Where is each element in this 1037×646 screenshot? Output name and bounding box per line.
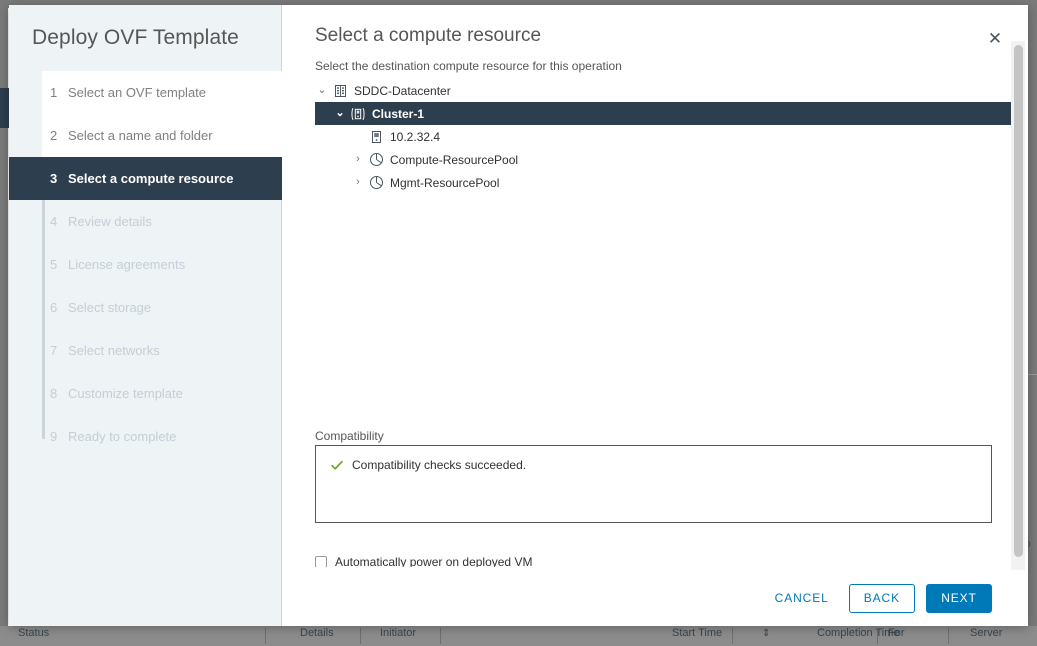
chevron-right-icon[interactable]: › xyxy=(351,177,365,188)
tree-node[interactable]: › Mgmt-ResourcePool xyxy=(315,171,994,194)
wizard-step-label: Select networks xyxy=(68,343,160,358)
dialog-footer: CANCEL BACK NEXT xyxy=(283,570,1028,626)
wizard-step-number: 3 xyxy=(50,171,68,186)
close-icon[interactable]: ✕ xyxy=(984,27,1006,49)
task-column-header[interactable]: Initiator xyxy=(380,627,416,639)
tree-node-label: Cluster-1 xyxy=(372,107,424,121)
task-column-header[interactable]: Details xyxy=(300,627,334,639)
wizard-step-label: Select a compute resource xyxy=(68,171,233,186)
task-column-header[interactable]: Completion Time xyxy=(817,627,900,639)
host-icon xyxy=(365,130,387,144)
wizard-sidebar: Deploy OVF Template 1Select an OVF templ… xyxy=(9,5,282,626)
success-check-icon xyxy=(329,457,345,473)
cluster-icon xyxy=(347,107,369,121)
wizard-step-label: Ready to complete xyxy=(68,429,176,444)
wizard-step-4: 4Review details xyxy=(42,200,282,243)
task-column-header[interactable]: Server xyxy=(970,627,1002,639)
wizard-step-3[interactable]: 3Select a compute resource xyxy=(9,157,282,200)
wizard-step-number: 4 xyxy=(50,214,68,229)
resource-pool-icon xyxy=(365,175,387,190)
compute-resource-tree: ⌄ SDDC-Datacenter ⌄ Cluster-1 10.2.32.4 › Comp… xyxy=(315,79,994,194)
task-column-header[interactable]: Status xyxy=(18,627,49,639)
compatibility-box: Compatibility checks succeeded. xyxy=(315,445,992,523)
wizard-step-label: Select storage xyxy=(68,300,151,315)
wizard-step-list: 1Select an OVF template2Select a name an… xyxy=(42,71,282,458)
wizard-step-number: 6 xyxy=(50,300,68,315)
wizard-step-5: 5License agreements xyxy=(42,243,282,286)
cancel-button[interactable]: CANCEL xyxy=(763,584,841,612)
deploy-ovf-template-dialog: Deploy OVF Template 1Select an OVF templ… xyxy=(9,5,1028,626)
task-column-separator xyxy=(265,628,266,644)
wizard-step-8: 8Customize template xyxy=(42,372,282,415)
wizard-step-number: 9 xyxy=(50,429,68,444)
task-sort-icon[interactable]: ⇕ xyxy=(762,628,770,639)
wizard-step-label: Select a name and folder xyxy=(68,128,213,143)
wizard-step-9: 9Ready to complete xyxy=(42,415,282,458)
compatibility-label: Compatibility xyxy=(315,429,384,443)
content-scrollbar-thumb[interactable] xyxy=(1014,45,1023,557)
wizard-step-7: 7Select networks xyxy=(42,329,282,372)
task-column-separator xyxy=(877,628,878,644)
chevron-right-icon[interactable]: › xyxy=(351,154,365,165)
datacenter-icon xyxy=(329,84,351,98)
task-column-separator xyxy=(360,628,361,644)
wizard-step-label: Review details xyxy=(68,214,152,229)
wizard-step-label: License agreements xyxy=(68,257,185,272)
auto-power-on-label: Automatically power on deployed VM xyxy=(335,555,532,567)
task-column-separator xyxy=(948,628,949,644)
background-left-nav-marker xyxy=(0,88,9,128)
wizard-step-number: 5 xyxy=(50,257,68,272)
tree-node[interactable]: ⌄ SDDC-Datacenter xyxy=(315,79,994,102)
tree-node[interactable]: 10.2.32.4 xyxy=(315,125,994,148)
wizard-step-6: 6Select storage xyxy=(42,286,282,329)
task-column-separator xyxy=(732,628,733,644)
tree-node-label: 10.2.32.4 xyxy=(390,130,440,144)
chevron-down-icon[interactable]: ⌄ xyxy=(315,85,329,96)
auto-power-on-row[interactable]: Automatically power on deployed VM xyxy=(315,555,795,567)
tree-node[interactable]: › Compute-ResourcePool xyxy=(315,148,994,171)
wizard-step-label: Customize template xyxy=(68,386,183,401)
wizard-step-number: 1 xyxy=(50,85,68,100)
auto-power-on-checkbox[interactable] xyxy=(315,556,327,567)
wizard-step-number: 2 xyxy=(50,128,68,143)
chevron-down-icon[interactable]: ⌄ xyxy=(333,108,347,119)
tree-node[interactable]: ⌄ Cluster-1 xyxy=(315,102,1012,125)
dialog-title: Deploy OVF Template xyxy=(32,26,239,50)
wizard-content-pane: ✕ Select a compute resource Select the d… xyxy=(283,5,1028,626)
resource-pool-icon xyxy=(365,152,387,167)
tree-node-label: Mgmt-ResourcePool xyxy=(390,176,499,190)
wizard-step-label: Select an OVF template xyxy=(68,85,206,100)
wizard-step-2[interactable]: 2Select a name and folder xyxy=(42,114,282,157)
wizard-step-number: 7 xyxy=(50,343,68,358)
page-subtitle: Select the destination compute resource … xyxy=(315,59,622,73)
wizard-step-1[interactable]: 1Select an OVF template xyxy=(42,71,282,114)
wizard-step-number: 8 xyxy=(50,386,68,401)
task-column-separator xyxy=(440,628,441,644)
tree-node-label: Compute-ResourcePool xyxy=(390,153,518,167)
next-button[interactable]: NEXT xyxy=(926,584,992,613)
back-button[interactable]: BACK xyxy=(849,584,915,613)
task-table-header: StatusDetailsInitiatorForStart TimeCompl… xyxy=(0,626,1037,646)
tree-node-label: SDDC-Datacenter xyxy=(354,84,451,98)
compatibility-message: Compatibility checks succeeded. xyxy=(352,458,526,472)
compatibility-message-row: Compatibility checks succeeded. xyxy=(329,457,526,473)
page-title: Select a compute resource xyxy=(315,25,541,47)
task-column-header[interactable]: Start Time xyxy=(672,627,722,639)
